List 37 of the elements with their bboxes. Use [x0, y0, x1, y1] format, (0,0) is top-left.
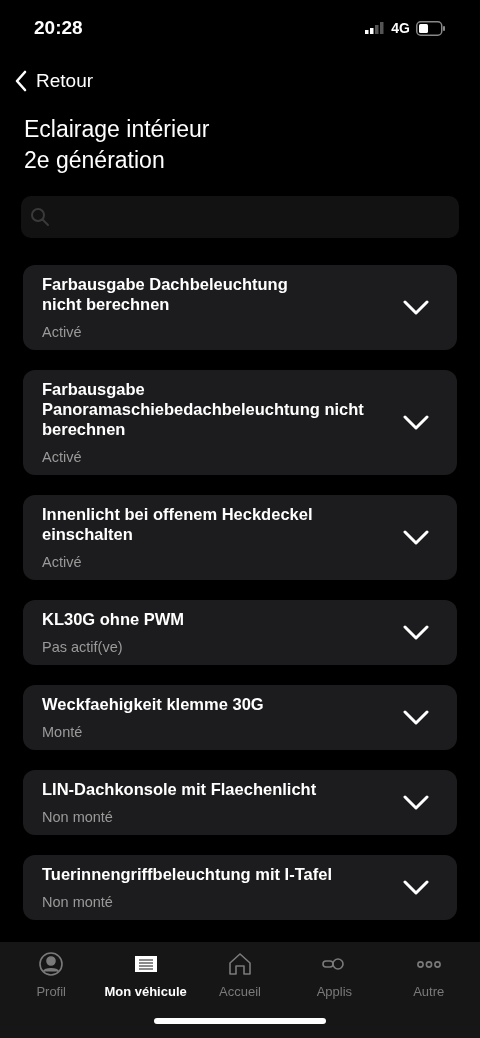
network-label: 4G: [391, 18, 410, 38]
search-icon: [30, 207, 50, 227]
signal-icon: [365, 22, 386, 34]
setting-value: Non monté: [42, 808, 114, 826]
setting-card[interactable]: Innenlicht bei offenem Heckdeckel einschalten Activé: [23, 495, 457, 580]
back-button[interactable]: Retour: [14, 62, 94, 100]
chevron-left-icon: [14, 70, 28, 92]
tab-item[interactable]: Autre: [382, 950, 475, 1002]
tab-item[interactable]: Profil: [5, 950, 98, 1002]
setting-value: Monté: [42, 723, 84, 741]
setting-card[interactable]: Farbausgabe Panoramaschiebedachbeleuchtung nicht berechnen Activé: [23, 370, 457, 475]
setting-value: Activé: [42, 553, 83, 571]
setting-title: Innenlicht bei offenem Heckdeckel einschalten: [42, 504, 314, 544]
setting-value: Non monté: [42, 893, 114, 911]
status-time: 20:28: [34, 15, 83, 40]
tab-item[interactable]: Mon véhicule: [99, 950, 192, 1002]
setting-title: Tuerinnengriffbeleuchtung mit I-Tafel: [42, 864, 333, 884]
tab-item[interactable]: Accueil: [193, 950, 286, 1002]
setting-card[interactable]: Farbausgabe Dachbeleuchtung nicht berechnen Activé: [23, 265, 457, 350]
setting-card[interactable]: KL30G ohne PWM Pas actif(ve): [23, 600, 457, 665]
setting-card[interactable]: Tuerinnengriffbeleuchtung mit I-Tafel Non monté: [23, 855, 457, 920]
page-title: Eclairage intérieur 2e génération: [24, 115, 211, 175]
profile-icon: [37, 950, 66, 978]
setting-title: Farbausgabe Panoramaschiebedachbeleuchtung nicht berechnen: [42, 379, 365, 439]
setting-title: Farbausgabe Dachbeleuchtung nicht berechnen: [42, 274, 289, 314]
setting-value: Activé: [42, 323, 83, 341]
setting-card[interactable]: LIN-Dachkonsole mit Flaechenlicht Non monté: [23, 770, 457, 835]
setting-title: Weckfaehigkeit klemme 30G: [42, 694, 265, 714]
search-field[interactable]: [21, 196, 459, 238]
more-icon: [416, 960, 441, 968]
battery-icon: [416, 20, 446, 36]
tab-item[interactable]: Applis: [288, 950, 381, 1002]
setting-title: KL30G ohne PWM: [42, 609, 186, 629]
setting-card[interactable]: Weckfaehigkeit klemme 30G Monté: [23, 685, 457, 750]
setting-value: Activé: [42, 448, 83, 466]
setting-title: LIN-Dachkonsole mit Flaechenlicht: [42, 779, 318, 799]
setting-value: Pas actif(ve): [42, 638, 124, 656]
